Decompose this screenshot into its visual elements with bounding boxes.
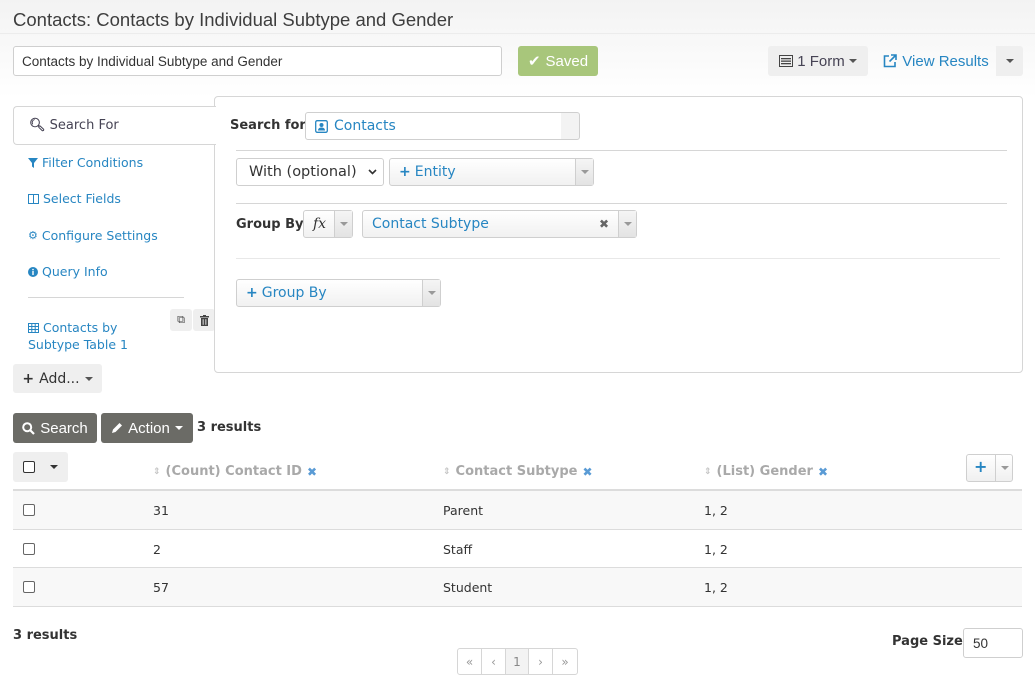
delete-display-button[interactable] (193, 309, 215, 331)
plus-icon: + (22, 370, 35, 387)
chevron-down-icon (368, 169, 377, 175)
tab-filter-conditions[interactable]: Filter Conditions (28, 155, 143, 170)
list-alt-icon (779, 55, 794, 67)
table-icon (28, 323, 39, 333)
caret-down-icon (1005, 59, 1014, 63)
view-results-dropdown[interactable] (996, 46, 1023, 76)
join-entity-select[interactable]: + Entity (389, 158, 594, 186)
add-display-button[interactable]: + Add... (13, 364, 102, 393)
caret-down-icon (50, 465, 58, 469)
row-checkbox[interactable] (23, 581, 35, 593)
clone-icon: ⧉ (177, 313, 185, 326)
pager-prev[interactable]: ‹ (482, 649, 506, 674)
tab-search-for[interactable]: 🔍︎ Search For (13, 106, 216, 145)
table-row: 2 Staff 1, 2 (13, 530, 1022, 568)
plus-icon: + (246, 285, 258, 301)
cell-subtype: Staff (443, 541, 473, 557)
cell-gender: 1, 2 (704, 503, 728, 518)
cell-gender: 1, 2 (704, 541, 728, 557)
pagination: « ‹ 1 › » (457, 648, 578, 675)
action-button[interactable]: Action (101, 413, 193, 443)
sort-icon: ⇕ (704, 466, 712, 477)
columns-icon (28, 193, 39, 204)
trash-icon (199, 314, 209, 326)
filter-icon (28, 157, 38, 168)
table-row: 31 Parent 1, 2 (13, 491, 1022, 530)
plus-icon: + (974, 457, 988, 476)
select-all-checkbox[interactable] (23, 461, 35, 473)
sort-icon: ⇕ (153, 466, 161, 477)
caret-down-icon (427, 291, 436, 295)
forms-button[interactable]: 1 Form (768, 46, 868, 76)
contact-card-icon (315, 119, 328, 133)
cell-count: 57 (153, 580, 169, 595)
divider (236, 258, 1000, 259)
external-link-icon (883, 54, 898, 68)
caret-down-icon (339, 222, 348, 226)
results-table: ⇕ (Count) Contact ID ✖ ⇕ Contact Subtype… (13, 444, 1022, 607)
add-group-by-select[interactable]: + Group By (236, 279, 441, 307)
cell-subtype: Parent (443, 503, 484, 518)
cell-subtype: Student (443, 580, 493, 595)
sidebar-divider (28, 297, 184, 298)
sidebar-item-display[interactable]: Contacts by Subtype Table 1 (28, 319, 173, 353)
view-results-link[interactable]: View Results (876, 46, 996, 76)
tab-select-fields[interactable]: Select Fields (28, 191, 121, 206)
remove-column-icon[interactable]: ✖ (582, 465, 592, 479)
info-icon (28, 266, 38, 277)
caret-down-icon (623, 222, 632, 226)
tab-configure-settings[interactable]: ⚙ Configure Settings (28, 228, 158, 243)
results-count: 3 results (197, 420, 262, 435)
pager-current[interactable]: 1 (506, 649, 529, 674)
page-size-input[interactable] (963, 628, 1023, 658)
search-button[interactable]: Search (13, 413, 97, 443)
group-by-label: Group By (236, 217, 304, 232)
join-type-select[interactable]: With (optional) (236, 158, 384, 186)
caret-down-icon (84, 376, 93, 381)
search-label-input[interactable] (13, 46, 502, 76)
page-size-label: Page Size (892, 634, 963, 649)
divider (236, 203, 1007, 204)
search-for-label: Search for (230, 118, 306, 133)
function-select[interactable]: fx (303, 210, 353, 238)
table-header: ⇕ (Count) Contact ID ✖ ⇕ Contact Subtype… (13, 444, 1022, 491)
add-column-button[interactable]: + (966, 454, 1013, 482)
remove-column-icon[interactable]: ✖ (307, 465, 317, 479)
entity-select[interactable]: Contacts (305, 112, 580, 140)
cell-count: 31 (153, 503, 169, 518)
row-checkbox[interactable] (23, 542, 35, 555)
clear-icon[interactable]: ✖ (599, 217, 609, 231)
search-icon (22, 421, 36, 435)
remove-column-icon[interactable]: ✖ (818, 465, 828, 479)
caret-down-icon (848, 59, 857, 63)
pager-last[interactable]: » (553, 649, 577, 674)
column-header-subtype[interactable]: ⇕ Contact Subtype ✖ (443, 464, 593, 479)
divider (236, 150, 1007, 151)
check-icon: ✔ (527, 53, 541, 70)
plus-icon: + (399, 164, 411, 180)
caret-down-icon (174, 426, 183, 430)
caret-down-icon (580, 170, 589, 174)
sort-icon: ⇕ (443, 466, 451, 477)
pager-first[interactable]: « (458, 649, 482, 674)
tab-query-info[interactable]: Query Info (28, 264, 108, 279)
caret-down-icon (1000, 466, 1009, 470)
footer-results-count: 3 results (13, 628, 78, 643)
cell-count: 2 (153, 541, 161, 557)
table-row: 57 Student 1, 2 (13, 568, 1022, 607)
row-checkbox[interactable] (23, 504, 35, 516)
column-header-count[interactable]: ⇕ (Count) Contact ID ✖ (153, 464, 317, 479)
cogs-icon: ⚙ (28, 229, 38, 242)
saved-button[interactable]: ✔ Saved (518, 46, 598, 76)
copy-display-button[interactable]: ⧉ (170, 309, 192, 331)
group-by-field-select[interactable]: Contact Subtype ✖ (362, 210, 637, 238)
search-icon: 🔍︎ (29, 118, 46, 133)
column-header-gender[interactable]: ⇕ (List) Gender ✖ (704, 464, 828, 479)
cell-gender: 1, 2 (704, 580, 728, 595)
page-title: Contacts: Contacts by Individual Subtype… (13, 9, 454, 30)
pager-next[interactable]: › (529, 649, 553, 674)
pencil-icon (112, 423, 123, 433)
select-all-dropdown[interactable] (13, 452, 68, 482)
